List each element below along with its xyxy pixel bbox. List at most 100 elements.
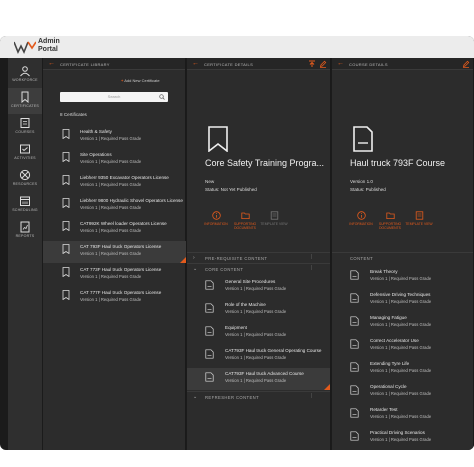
course-name: CAT793F Haul truck General Operating Cou…	[225, 348, 322, 353]
course-item[interactable]: Equipment Version 1 | Required Pass Grad…	[187, 322, 330, 344]
certificate-meta: Version 1 | Required Pass Grade	[80, 228, 142, 233]
course-icon	[350, 270, 359, 280]
action-label: INFORMATION	[349, 222, 373, 226]
content-name: Operational Cycle	[370, 384, 407, 389]
content-meta: Version 1 | Required Pass Grade	[370, 391, 432, 396]
back-arrow-icon[interactable]: ←	[48, 60, 55, 68]
folder-icon	[240, 212, 250, 219]
publish-icon[interactable]	[308, 60, 316, 68]
course-item[interactable]: General Site Procedures Version 1 | Requ…	[187, 276, 330, 298]
activities-icon	[20, 144, 30, 154]
section-refresher[interactable]: ⌄ REFRESHER CONTENT |	[187, 391, 330, 401]
panel-title: CERTIFICATE DETAILS	[204, 62, 254, 67]
course-icon	[350, 362, 359, 372]
course-name: Role of the Machine	[225, 302, 266, 307]
certificate-name: CAT 773F Haul truck Operators License	[80, 267, 162, 272]
course-icon	[205, 303, 214, 313]
template-icon	[270, 211, 278, 220]
nav-label: ACTIVITIES	[14, 156, 36, 160]
certificate-icon	[62, 129, 70, 139]
content-meta: Version 1 | Required Pass Grade	[370, 276, 432, 281]
search-placeholder: Search	[107, 94, 121, 99]
info-icon	[211, 211, 221, 220]
content-name: Extending Tyre Life	[370, 361, 410, 366]
content-item[interactable]: Operational Cycle Version 1 | Required P…	[332, 381, 473, 403]
nav-reports[interactable]: REPORTS	[8, 218, 42, 244]
information-button[interactable]: INFORMATION	[346, 211, 376, 226]
section-core[interactable]: ⌄ CORE CONTENT |	[187, 263, 330, 273]
content-item[interactable]: Defensive Driving Techniques Version 1 |…	[332, 289, 473, 311]
certificate-item[interactable]: CAT 777F Haul truck Operators License Ve…	[43, 287, 186, 309]
certificate-item[interactable]: CAT992K Wheel loader Operators License V…	[43, 218, 186, 240]
certificate-icon	[62, 198, 70, 208]
certificate-name: Liebherr 9800 Hydraulic Shovel Operators…	[80, 198, 183, 203]
certificate-meta: Version 1 | Required Pass Grade	[80, 297, 142, 302]
section-label: REFRESHER CONTENT	[205, 395, 260, 400]
course-meta: Version 1 | Required Pass Grade	[225, 309, 287, 314]
course-icon	[205, 280, 214, 290]
content-item[interactable]: Retarder Test Version 1 | Required Pass …	[332, 404, 473, 426]
app-title: Admin Portal	[38, 38, 60, 54]
content-item[interactable]: Correct Accelerator Use Version 1 | Requ…	[332, 335, 473, 357]
back-arrow-icon[interactable]: ←	[337, 60, 344, 68]
certificate-details-panel: ← CERTIFICATE DETAILS Core Safety Traini…	[187, 58, 331, 450]
panel-header: ← CERTIFICATE DETAILS	[187, 58, 330, 70]
course-item-selected[interactable]: CAT793F Haul truck Advanced Course Versi…	[187, 368, 330, 390]
add-certificate-link[interactable]: + Add New Certificate	[121, 78, 160, 83]
content-item[interactable]: Extending Tyre Life Version 1 | Required…	[332, 358, 473, 380]
certificate-icon	[62, 290, 70, 300]
edit-icon[interactable]	[319, 60, 327, 68]
section-label: PRE-REQUISITE CONTENT	[205, 256, 268, 261]
course-icon	[205, 372, 214, 382]
nav-activities[interactable]: ACTIVITIES	[8, 140, 42, 166]
folder-icon	[385, 212, 395, 219]
certificate-item-selected[interactable]: CAT 793F Haul truck Operators License Ve…	[43, 241, 186, 263]
panel-title: COURSE DETAILS	[349, 62, 388, 67]
course-item[interactable]: CAT793F Haul truck General Operating Cou…	[187, 345, 330, 367]
action-label: TEMPLATE VIEW	[405, 222, 433, 226]
certificate-item[interactable]: Site Operations Version 1 | Required Pas…	[43, 149, 186, 171]
chevron-down-icon: ⌄	[193, 394, 198, 400]
certificate-name: CAT 793F Haul truck Operators License	[80, 244, 162, 249]
certificate-icon	[62, 175, 70, 185]
certificate-title: Core Safety Training Progra...	[205, 158, 325, 168]
nav-courses[interactable]: COURSES	[8, 114, 42, 140]
certificate-item[interactable]: Liebherr 9350 Excavator Operators Licens…	[43, 172, 186, 194]
content-item[interactable]: Break Theory Version 1 | Required Pass G…	[332, 266, 473, 288]
nav-certificates[interactable]: CERTIFICATES	[8, 88, 42, 114]
content-meta: Version 1 | Required Pass Grade	[370, 322, 432, 327]
action-label: INFORMATION	[204, 222, 228, 226]
section-prerequisite[interactable]: › PRE-REQUISITE CONTENT |	[187, 252, 330, 262]
logo-line2: Portal	[38, 46, 58, 53]
template-view-button[interactable]: TEMPLATE VIEW	[404, 211, 434, 226]
back-arrow-icon[interactable]: ←	[192, 60, 199, 68]
edit-icon[interactable]	[462, 60, 470, 68]
app-window: Admin Portal WORKFORCE CERTIFICATES COUR…	[0, 36, 474, 450]
course-meta: Version 1 | Required Pass Grade	[225, 355, 287, 360]
panel-header: ← COURSE DETAILS	[332, 58, 473, 70]
course-icon	[350, 293, 359, 303]
calendar-icon	[20, 196, 30, 206]
content-meta: Version 1 | Required Pass Grade	[370, 299, 432, 304]
resources-icon	[19, 169, 31, 181]
certificate-item[interactable]: Health & Safety Version 1 | Required Pas…	[43, 126, 186, 148]
course-item[interactable]: Role of the Machine Version 1 | Required…	[187, 299, 330, 321]
certificate-meta: Version 1 | Required Pass Grade	[80, 136, 142, 141]
template-view-button[interactable]: TEMPLATE VIEW	[259, 211, 289, 226]
supporting-documents-button[interactable]: SUPPORTING DOCUMENTS	[230, 211, 260, 230]
content-item[interactable]: Managing Fatigue Version 1 | Required Pa…	[332, 312, 473, 334]
nav-workforce[interactable]: WORKFORCE	[8, 62, 42, 88]
certificate-version: New	[205, 179, 215, 184]
content-item[interactable]: Practical Driving Scenarios Version 1 | …	[332, 427, 473, 449]
course-details-panel: ← COURSE DETAILS Haul truck 793F Course …	[332, 58, 474, 450]
search-input[interactable]: Search	[60, 92, 168, 102]
certificate-item[interactable]: CAT 773F Haul truck Operators License Ve…	[43, 264, 186, 286]
action-label: SUPPORTING DOCUMENTS	[233, 222, 257, 230]
information-button[interactable]: INFORMATION	[201, 211, 231, 226]
certificate-item[interactable]: Liebherr 9800 Hydraulic Shovel Operators…	[43, 195, 186, 217]
nav-resources[interactable]: RESOURCES	[8, 166, 42, 192]
nav-scheduling[interactable]: SCHEDULING	[8, 192, 42, 218]
certificate-meta: Version 1 | Required Pass Grade	[80, 205, 142, 210]
course-name: Equipment	[225, 325, 247, 330]
supporting-documents-button[interactable]: SUPPORTING DOCUMENTS	[375, 211, 405, 230]
